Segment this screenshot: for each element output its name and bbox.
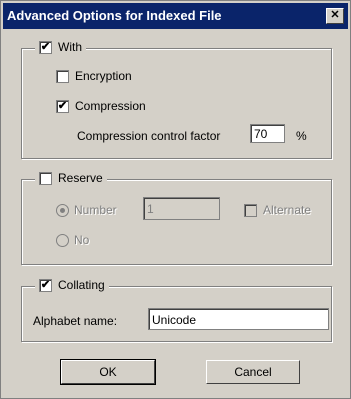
number-radio[interactable]: Number (56, 203, 117, 217)
number-radio-circle[interactable] (56, 203, 69, 217)
reserve-checkbox[interactable]: Reserve (35, 171, 107, 185)
compression-checkbox-box[interactable]: ✔ (56, 99, 69, 113)
with-checkbox[interactable]: ✔ With (35, 40, 86, 54)
close-button[interactable]: ✕ (326, 8, 344, 24)
alternate-label: Alternate (263, 203, 312, 217)
number-label: Number (74, 203, 117, 217)
collating-checkbox-box[interactable]: ✔ (39, 278, 52, 292)
window-title: Advanced Options for Indexed File (7, 8, 222, 23)
encryption-label: Encryption (75, 69, 132, 83)
compression-checkbox[interactable]: ✔ Compression (56, 99, 146, 113)
encryption-checkbox[interactable]: Encryption (56, 69, 132, 83)
encryption-checkbox-box[interactable] (56, 69, 69, 83)
with-checkbox-box[interactable]: ✔ (39, 40, 52, 54)
advanced-options-dialog: Advanced Options for Indexed File ✕ ✔ Wi… (0, 0, 351, 399)
compression-factor-label: Compression control factor (77, 129, 221, 143)
alternate-checkbox[interactable]: Alternate (244, 203, 311, 217)
alternate-checkbox-box[interactable] (244, 203, 257, 217)
collating-label: Collating (58, 278, 105, 292)
title-bar: Advanced Options for Indexed File ✕ (3, 3, 348, 29)
compression-factor-input[interactable]: 70 (250, 124, 285, 143)
ok-button[interactable]: OK (60, 359, 156, 385)
reserve-checkbox-box[interactable] (39, 171, 52, 185)
reserve-group (21, 179, 332, 265)
reserve-label: Reserve (58, 171, 103, 185)
percent-unit: % (296, 129, 307, 143)
number-input[interactable]: 1 (143, 197, 220, 220)
cancel-button[interactable]: Cancel (206, 360, 300, 384)
with-label: With (58, 40, 82, 54)
compression-label: Compression (75, 99, 146, 113)
collating-checkbox[interactable]: ✔ Collating (35, 278, 109, 292)
no-label: No (74, 233, 90, 247)
radio-dot-icon (60, 207, 65, 213)
alphabet-name-label: Alphabet name: (33, 314, 118, 328)
no-radio[interactable]: No (56, 233, 89, 247)
no-radio-circle[interactable] (56, 233, 69, 247)
alphabet-name-input[interactable]: Unicode (148, 308, 329, 330)
